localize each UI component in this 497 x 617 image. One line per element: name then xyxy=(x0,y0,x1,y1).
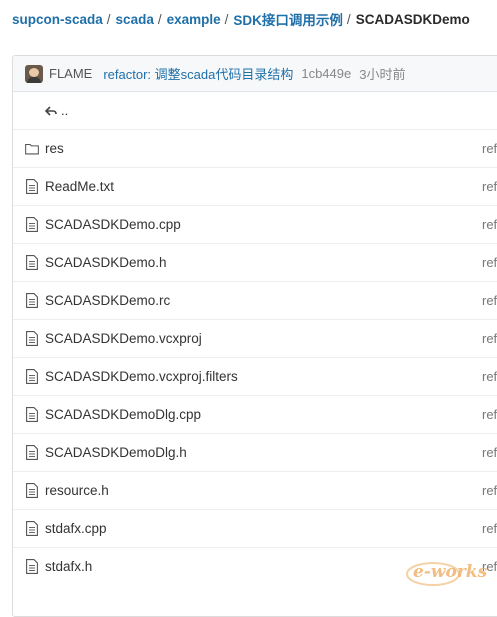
file-name-link[interactable]: ReadMe.txt xyxy=(45,179,114,194)
folder-icon xyxy=(25,141,39,157)
file-row[interactable]: SCADASDKDemo.vcxproj.filters ref xyxy=(13,357,497,395)
file-row[interactable]: resource.h ref xyxy=(13,471,497,509)
commit-sha[interactable]: 1cb449e xyxy=(301,66,351,81)
commit-message-truncated[interactable]: ref xyxy=(482,255,497,270)
file-icon xyxy=(25,521,39,537)
breadcrumb: supcon-scada / scada / example / SDK接口调用… xyxy=(12,9,470,29)
file-name-link[interactable]: SCADASDKDemo.h xyxy=(45,255,167,270)
watermark-text: e-works xyxy=(413,562,488,582)
file-icon xyxy=(25,369,39,385)
breadcrumb-separator: / xyxy=(157,11,162,27)
file-row[interactable]: ReadMe.txt ref xyxy=(13,167,497,205)
breadcrumb-sdk-examples[interactable]: SDK接口调用示例 xyxy=(233,9,343,29)
file-row[interactable]: SCADASDKDemo.h ref xyxy=(13,243,497,281)
file-icon xyxy=(25,445,39,461)
commit-author[interactable]: FLAME xyxy=(49,66,92,81)
breadcrumb-supcon-scada[interactable]: supcon-scada xyxy=(12,12,103,27)
e-works-watermark: e-works xyxy=(403,556,491,588)
file-row[interactable]: SCADASDKDemoDlg.cpp ref xyxy=(13,395,497,433)
parent-directory-row[interactable]: .. xyxy=(13,92,497,129)
file-icon xyxy=(25,559,39,575)
file-name-link[interactable]: stdafx.cpp xyxy=(45,521,107,536)
file-name-link[interactable]: SCADASDKDemo.vcxproj.filters xyxy=(45,369,238,384)
commit-time: 3小时前 xyxy=(359,67,406,82)
commit-message-truncated[interactable]: ref xyxy=(482,445,497,460)
file-name-link[interactable]: SCADASDKDemo.cpp xyxy=(45,217,181,232)
file-name-link[interactable]: SCADASDKDemo.rc xyxy=(45,293,170,308)
commit-message-truncated[interactable]: ref xyxy=(482,217,497,232)
breadcrumb-separator: / xyxy=(346,11,351,27)
parent-directory-link[interactable]: .. xyxy=(45,103,68,118)
commit-message-truncated[interactable]: ref xyxy=(482,179,497,194)
file-row[interactable]: stdafx.cpp ref xyxy=(13,509,497,547)
breadcrumb-separator: / xyxy=(106,11,111,27)
parent-directory-label: .. xyxy=(61,103,69,118)
file-name-link[interactable]: stdafx.h xyxy=(45,559,92,574)
file-row[interactable]: SCADASDKDemo.rc ref xyxy=(13,281,497,319)
folder-row[interactable]: res ref xyxy=(13,129,497,167)
file-name-link[interactable]: SCADASDKDemoDlg.cpp xyxy=(45,407,201,422)
commit-message-truncated[interactable]: ref xyxy=(482,141,497,156)
folder-name-link[interactable]: res xyxy=(45,141,64,156)
breadcrumb-current: SCADASDKDemo xyxy=(355,11,470,27)
file-name-link[interactable]: SCADASDKDemo.vcxproj xyxy=(45,331,202,346)
commit-message-truncated[interactable]: ref xyxy=(482,293,497,308)
file-list-panel: FLAME refactor: 调整scada代码目录结构 1cb449e 3小… xyxy=(12,55,497,617)
file-row[interactable]: SCADASDKDemo.cpp ref xyxy=(13,205,497,243)
file-icon xyxy=(25,483,39,499)
breadcrumb-scada[interactable]: scada xyxy=(116,12,154,27)
file-icon xyxy=(25,293,39,309)
commit-message-truncated[interactable]: ref xyxy=(482,483,497,498)
latest-commit-bar: FLAME refactor: 调整scada代码目录结构 1cb449e 3小… xyxy=(13,56,497,92)
back-arrow-icon xyxy=(45,105,57,116)
user-avatar[interactable] xyxy=(25,64,43,83)
commit-message-truncated[interactable]: ref xyxy=(482,331,497,346)
file-icon xyxy=(25,255,39,271)
commit-message-truncated[interactable]: ref xyxy=(482,521,497,536)
breadcrumb-example[interactable]: example xyxy=(167,12,221,27)
breadcrumb-separator: / xyxy=(224,11,229,27)
file-name-link[interactable]: SCADASDKDemoDlg.h xyxy=(45,445,187,460)
file-icon xyxy=(25,217,39,233)
file-row[interactable]: SCADASDKDemo.vcxproj ref xyxy=(13,319,497,357)
commit-message[interactable]: refactor: 调整scada代码目录结构 xyxy=(103,64,293,83)
file-icon xyxy=(25,179,39,195)
file-icon xyxy=(25,331,39,347)
file-row[interactable]: SCADASDKDemoDlg.h ref xyxy=(13,433,497,471)
commit-message-truncated[interactable]: ref xyxy=(482,407,497,422)
file-name-link[interactable]: resource.h xyxy=(45,483,109,498)
commit-message-truncated[interactable]: ref xyxy=(482,369,497,384)
file-icon xyxy=(25,407,39,423)
